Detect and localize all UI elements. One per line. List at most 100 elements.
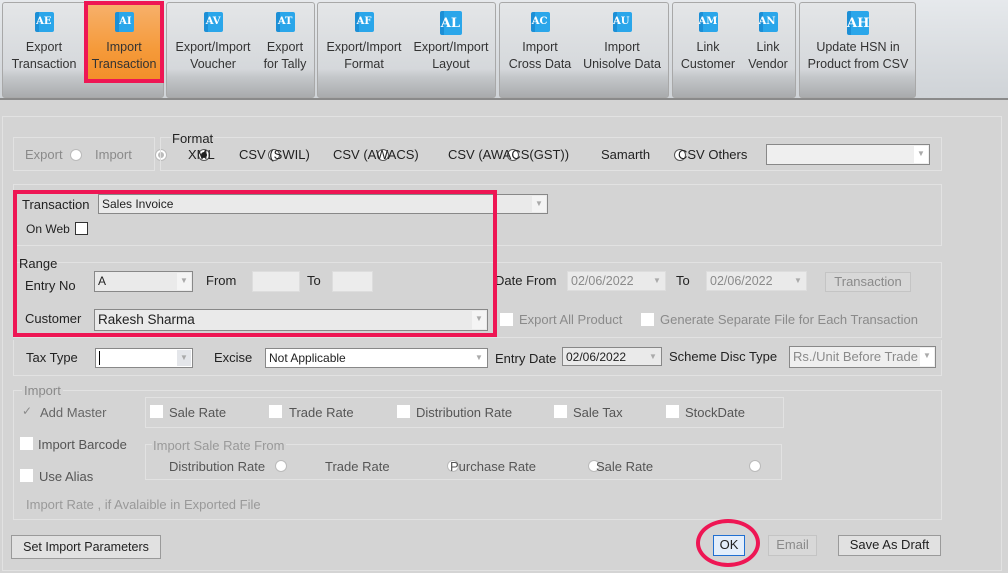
chevron-down-icon: ▼ xyxy=(914,146,928,163)
text-cursor: ​ xyxy=(99,351,100,365)
distribution-rate-label: Distribution Rate xyxy=(416,405,513,420)
link-vendor-icon: AN xyxy=(758,12,778,32)
transaction-select-button[interactable]: Transaction xyxy=(825,272,911,292)
separate-file-label: Generate Separate File for Each Transact… xyxy=(660,312,918,327)
dropdown-value: Not Applicable xyxy=(269,351,346,365)
scheme-disc-type-label: Scheme Disc Type xyxy=(669,349,778,364)
update-hsn-icon: AH xyxy=(847,11,869,35)
dropdown-value: Rs./Unit Before Trade xyxy=(793,349,918,364)
export-import-format-button[interactable]: AF Export/Import Format xyxy=(322,3,406,81)
button-label: Link xyxy=(756,40,780,54)
button-label: Export/Import xyxy=(175,40,251,54)
csv-others-dropdown[interactable]: ▼ xyxy=(766,144,930,165)
chevron-down-icon: ▼ xyxy=(920,348,934,366)
export-all-product-label: Export All Product xyxy=(519,312,623,327)
chevron-down-icon: ▼ xyxy=(177,350,191,366)
stock-date-checkbox[interactable] xyxy=(666,405,679,418)
ribbon-group-hsn: AH Update HSN in Product from CSV xyxy=(799,2,916,98)
chevron-down-icon: ▼ xyxy=(653,276,661,285)
export-transaction-button[interactable]: AE Export Transaction xyxy=(5,3,83,81)
button-label: Product from CSV xyxy=(807,57,909,71)
format-icon: AF xyxy=(354,12,374,32)
from-sale-rate-radio[interactable] xyxy=(748,460,761,472)
export-all-product-checkbox[interactable] xyxy=(500,313,513,326)
format-samarth-label: Samarth xyxy=(601,147,651,162)
button-label: Transaction xyxy=(91,57,157,71)
format-title: Format xyxy=(171,131,215,146)
link-vendor-button[interactable]: AN Link Vendor xyxy=(743,3,793,81)
use-alias-checkbox[interactable] xyxy=(20,469,33,482)
tax-type-dropdown[interactable]: ​ ▼ xyxy=(95,348,193,368)
date-value: 02/06/2022 xyxy=(571,274,634,288)
link-customer-icon: AM xyxy=(698,12,718,32)
button-label: Export xyxy=(266,40,304,54)
add-master-checkbox[interactable]: ✓ xyxy=(22,404,32,418)
distribution-rate-checkbox[interactable] xyxy=(397,405,410,418)
import-barcode-label: Import Barcode xyxy=(38,437,127,452)
sale-tax-checkbox[interactable] xyxy=(554,405,567,418)
export-mode-label: Export xyxy=(25,147,63,162)
button-label: Transaction xyxy=(11,57,77,71)
set-import-parameters-button[interactable]: Set Import Parameters xyxy=(11,535,161,559)
trade-rate-label: Trade Rate xyxy=(289,405,354,420)
export-for-tally-button[interactable]: AT Export for Tally xyxy=(257,3,313,81)
chevron-down-icon: ▼ xyxy=(649,352,657,361)
ribbon-group-format: AF Export/Import Format AL Export/Import… xyxy=(317,2,496,98)
separate-file-checkbox[interactable] xyxy=(641,313,654,326)
scheme-disc-type-dropdown[interactable]: Rs./Unit Before Trade ▼ xyxy=(789,346,936,368)
excise-dropdown[interactable]: Not Applicable ▼ xyxy=(265,348,488,368)
stock-date-label: StockDate xyxy=(685,405,745,420)
from-distribution-rate-radio[interactable] xyxy=(275,460,287,472)
chevron-down-icon: ▼ xyxy=(794,276,802,285)
sale-rate-checkbox[interactable] xyxy=(150,405,163,418)
ribbon-group-voucher: AV Export/Import Voucher AT Export for T… xyxy=(166,2,315,98)
button-label: Format xyxy=(344,57,384,71)
entry-date-label: Entry Date xyxy=(495,351,557,366)
export-import-layout-button[interactable]: AL Export/Import Layout xyxy=(408,3,494,81)
sale-rate-label: Sale Rate xyxy=(169,405,227,420)
date-from-label: Date From xyxy=(495,273,557,288)
export-mode-radio[interactable] xyxy=(70,149,82,161)
date-value: 02/06/2022 xyxy=(710,274,773,288)
highlight-annotation xyxy=(13,190,497,337)
chevron-down-icon: ▼ xyxy=(532,196,546,212)
export-transaction-icon: AE xyxy=(34,12,54,32)
excise-label: Excise xyxy=(214,350,253,365)
entry-date-picker[interactable]: 02/06/2022 ▼ xyxy=(562,347,662,366)
export-import-voucher-button[interactable]: AV Export/Import Voucher xyxy=(171,3,255,81)
button-label: Cross Data xyxy=(508,57,572,71)
button-label: Export/Import xyxy=(326,40,402,54)
email-button[interactable]: Email xyxy=(768,535,817,556)
chevron-down-icon: ▼ xyxy=(472,350,486,366)
import-transaction-button[interactable]: AI Import Transaction xyxy=(84,1,164,83)
button-label: Voucher xyxy=(190,57,236,71)
import-transaction-icon: AI xyxy=(114,12,134,32)
import-unisolve-data-button[interactable]: AU Import Unisolve Data xyxy=(578,3,666,81)
button-label: Customer xyxy=(680,57,736,71)
link-customer-button[interactable]: AM Link Customer xyxy=(675,3,741,81)
date-to-picker[interactable]: 02/06/2022 ▼ xyxy=(706,271,807,291)
ribbon-group-transaction: AE Export Transaction AI Import Transact… xyxy=(2,1,164,98)
trade-rate-checkbox[interactable] xyxy=(269,405,282,418)
format-csv-swil-label: CSV (SWIL) xyxy=(239,147,310,162)
format-xml-label: XML xyxy=(188,147,215,162)
use-alias-label: Use Alias xyxy=(39,469,94,484)
button-label: Vendor xyxy=(748,57,788,71)
from-trade-rate-label: Trade Rate xyxy=(325,459,390,474)
unisolve-icon: AU xyxy=(612,12,632,32)
import-cross-data-button[interactable]: AC Import Cross Data xyxy=(504,3,576,81)
ribbon-group-link: AM Link Customer AN Link Vendor xyxy=(672,2,796,98)
save-as-draft-button[interactable]: Save As Draft xyxy=(838,535,941,556)
tax-type-label: Tax Type xyxy=(26,350,78,365)
date-from-picker[interactable]: 02/06/2022 ▼ xyxy=(567,271,666,291)
button-label: Export xyxy=(25,40,63,54)
button-label: Import xyxy=(522,40,558,54)
date-value: 02/06/2022 xyxy=(566,350,627,364)
import-rate-note: Import Rate , if Avalaible in Exported F… xyxy=(26,497,261,512)
import-section-title: Import xyxy=(22,383,63,398)
import-barcode-checkbox[interactable] xyxy=(20,437,33,450)
update-hsn-button[interactable]: AH Update HSN in Product from CSV xyxy=(802,3,914,81)
button-label: for Tally xyxy=(263,57,307,71)
ribbon-group-import-data: AC Import Cross Data AU Import Unisolve … xyxy=(499,2,669,98)
button-label: Link xyxy=(696,40,720,54)
